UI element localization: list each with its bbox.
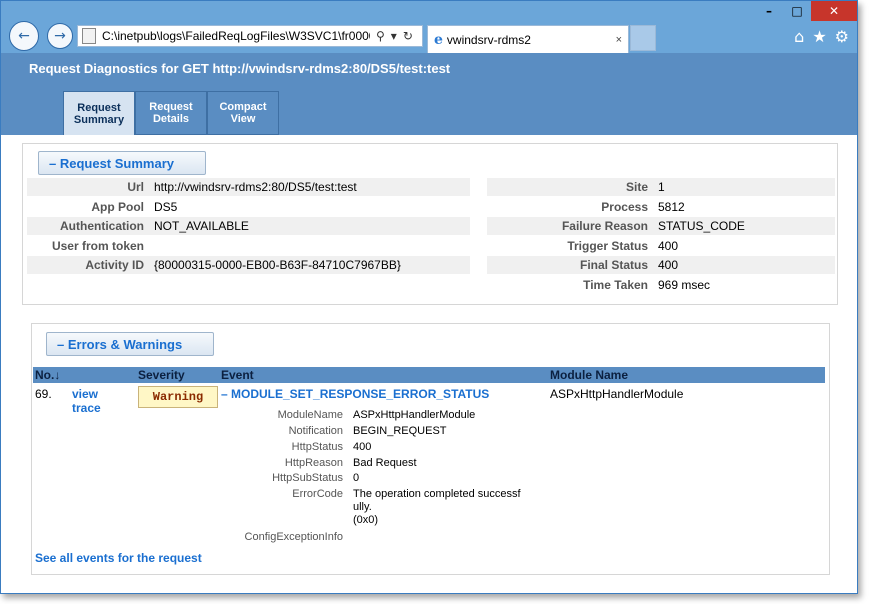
back-arrow-icon: ← [18,28,30,44]
page-content: Request Diagnostics for GET http://vwind… [1,53,857,593]
tab-label: vwindsrv-rdms2 [446,32,531,47]
summary-value: 400 [658,238,679,253]
summary-key: Failure Reason [561,219,648,234]
summary-value: DS5 [154,199,178,214]
summary-value: {80000315-0000-EB00-B63F-84710C7967BB} [154,258,401,273]
summary-key: Time Taken [583,278,648,292]
tab-request-details[interactable]: Request Details [135,91,207,135]
detail-value: Bad Request [353,457,417,469]
detail-value: 0 [353,472,360,484]
forward-button[interactable]: → [47,23,73,49]
summary-value: 400 [658,258,679,273]
errors-warnings-section [31,323,830,575]
summary-row: Authentication NOT_AVAILABLE [27,217,470,236]
tab-compact-view[interactable]: Compact View [207,91,279,135]
detail-key: HttpReason [284,457,343,469]
forward-arrow-icon: → [54,28,66,44]
errors-warnings-toggle[interactable]: – Errors & Warnings [46,332,214,356]
ie-icon: e [434,31,443,48]
address-url[interactable]: C:\inetpub\logs\FailedReqLogFiles\W3SVC1… [102,29,370,43]
detail-key: ModuleName [277,409,343,421]
summary-row: Activity ID {80000315-0000-EB00-B63F-8471… [27,256,470,275]
summary-value: 5812 [658,199,685,214]
browser-window: – □ ✕ ← → C:\inetpub\logs\FailedReqLogFi… [0,0,858,594]
address-bar[interactable]: C:\inetpub\logs\FailedReqLogFiles\W3SVC1… [77,25,423,47]
summary-row: Trigger Status 400 [487,237,835,255]
detail-value: ASPxHttpHandlerModule [353,409,476,421]
toolbar-icons: ⌂ ★ ⚙ [794,27,849,46]
search-icon[interactable]: ⚲ [376,29,385,43]
detail-key: HttpStatus [291,441,343,453]
refresh-icon[interactable]: ↻ [403,29,413,43]
new-tab-button[interactable] [630,25,656,51]
request-summary-toggle[interactable]: – Request Summary [38,151,206,175]
summary-row: Failure Reason STATUS_CODE [487,217,835,236]
window-controls: – □ ✕ [755,1,857,21]
summary-value: 1 [658,180,665,194]
module-name: ASPxHttpHandlerModule [550,387,684,401]
event-name-link[interactable]: – MODULE_SET_RESPONSE_ERROR_STATUS [221,387,489,401]
summary-key: Url [127,180,144,194]
summary-row: User from token [27,237,470,255]
detail-value: 400 [353,441,372,453]
summary-key: Trigger Status [567,238,648,253]
detail-value: BEGIN_REQUEST [353,425,447,437]
summary-row: Site 1 [487,178,835,196]
see-all-events-link[interactable]: See all events for the request [35,551,202,565]
col-module-name[interactable]: Module Name [550,368,628,382]
col-number[interactable]: No.↓ [35,368,60,382]
page-icon [82,28,96,44]
summary-value: NOT_AVAILABLE [154,219,249,234]
summary-row: App Pool DS5 [27,198,470,216]
page-header: Request Diagnostics for GET http://vwind… [1,53,857,135]
summary-row: Url http://vwindsrv-rdms2:80/DS5/test:tes… [27,178,470,196]
detail-key: ErrorCode [292,488,343,500]
summary-key: Activity ID [85,258,144,273]
page-title: Request Diagnostics for GET http://vwind… [29,61,451,76]
dropdown-icon[interactable]: ▾ [391,29,397,43]
summary-key: Process [601,199,648,214]
close-button[interactable]: ✕ [811,1,857,21]
view-trace-link[interactable]: view trace [72,387,101,415]
errors-table-header: No.↓ Severity Event Module Name [33,367,825,383]
summary-value: http://vwindsrv-rdms2:80/DS5/test:test [154,180,357,194]
minimize-button[interactable]: – [755,1,783,21]
summary-key: Authentication [60,219,144,234]
star-icon[interactable]: ★ [812,27,826,46]
page-tabs: Request Summary Request Details Compact … [63,91,279,135]
detail-key: ConfigExceptionInfo [244,531,343,543]
severity-badge: Warning [138,386,218,408]
summary-key: User from token [51,238,144,253]
back-button[interactable]: ← [9,21,39,51]
summary-key: App Pool [91,199,144,214]
tab-close-icon[interactable]: × [616,34,622,46]
summary-value: STATUS_CODE [658,219,745,234]
summary-value: 969 msec [658,278,711,292]
browser-tab[interactable]: e vwindsrv-rdms2 × [427,25,629,53]
col-severity[interactable]: Severity [138,368,185,382]
detail-key: HttpSubStatus [272,472,343,484]
summary-key: Site [625,180,648,194]
summary-key: Final Status [579,258,648,273]
tab-request-summary[interactable]: Request Summary [63,91,135,135]
summary-row: Time Taken 969 msec [487,276,835,294]
maximize-button[interactable]: □ [783,1,811,21]
home-icon[interactable]: ⌂ [794,27,804,46]
gear-icon[interactable]: ⚙ [835,27,849,46]
browser-chrome: – □ ✕ ← → C:\inetpub\logs\FailedReqLogFi… [1,1,857,53]
detail-key: Notification [288,425,343,437]
summary-row: Final Status 400 [487,256,835,275]
event-number: 69. [35,387,52,401]
col-event[interactable]: Event [221,368,254,382]
detail-value: The operation completed successf ully. (… [353,488,521,526]
summary-row: Process 5812 [487,198,835,216]
